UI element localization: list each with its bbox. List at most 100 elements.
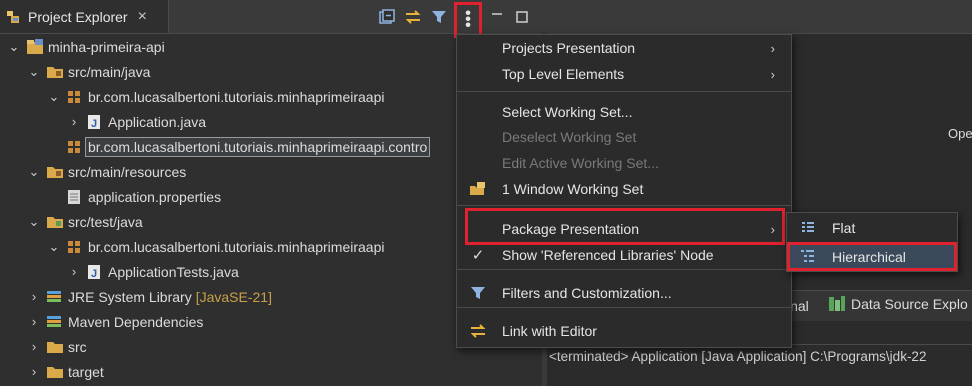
java-file-icon: J [86, 264, 102, 280]
test-folder-icon [46, 214, 63, 230]
tree-label-box: br.com.lucasalbertoni.tutoriais.minhapri… [85, 136, 431, 157]
menu-item-label: 1 Window Working Set [502, 181, 644, 197]
chevron-down-icon[interactable]: ⌄ [28, 214, 40, 230]
filter-icon [469, 284, 487, 302]
tree-label-box: minha-primeira-api [48, 39, 165, 55]
chevron-right-icon[interactable]: › [28, 289, 40, 304]
tree-label-box: br.com.lucasalbertoni.tutoriais.minhapri… [88, 89, 384, 105]
submenu-item-hierarchical[interactable]: Hierarchical [786, 244, 956, 270]
menu-item-label: Link with Editor [502, 323, 597, 339]
tree-item-label: src/test/java [68, 213, 143, 230]
explorer-tab-bar: Project Explorer × • • • [0, 0, 542, 38]
menu-item-show-referenced-libraries-node[interactable]: ✓ Show 'Referenced Libraries' Node [457, 242, 791, 268]
tree-item-label: Application.java [108, 113, 207, 130]
package-icon [66, 89, 82, 105]
chevron-down-icon[interactable]: ⌄ [48, 239, 60, 255]
chevron-right-icon[interactable]: › [28, 364, 40, 379]
menu-item-label: Top Level Elements [502, 66, 625, 82]
tree-item-label: br.com.lucasalbertoni.tutoriais.minhapri… [88, 238, 385, 255]
tree-item-label: br.com.lucasalbertoni.tutoriais.minhapri… [88, 88, 385, 105]
submenu-item-label: Hierarchical [832, 249, 906, 265]
tab-label: Data Source Explo [851, 296, 968, 312]
collapse-all-icon[interactable] [378, 8, 396, 26]
java-file-icon: J [86, 114, 102, 130]
folder-icon [46, 339, 63, 355]
tree-label-box: src [68, 339, 87, 355]
menu-separator [457, 269, 791, 270]
tree-item-label: src/main/resources [68, 163, 187, 180]
tab-data-source-explorer[interactable]: Data Source Explo [828, 295, 968, 313]
chevron-right-icon[interactable]: › [28, 339, 40, 354]
chevron-down-icon[interactable]: ⌄ [48, 89, 60, 105]
tree-row[interactable]: › target [0, 359, 542, 384]
tree-label-box: application.properties [88, 189, 221, 205]
menu-item-label: Edit Active Working Set... [502, 155, 659, 171]
partial-text: Ope [948, 126, 972, 141]
menu-separator [457, 307, 791, 308]
menu-item-deselect-working-set: Deselect Working Set [457, 124, 791, 150]
maximize-icon[interactable] [513, 8, 531, 26]
package-presentation-highlight [465, 208, 785, 245]
project-explorer-icon [7, 10, 19, 23]
tree-label-box: JRE System Library [68, 289, 192, 305]
menu-item-1-window-working-set[interactable]: 1 Window Working Set [457, 176, 791, 202]
chevron-right-icon: › [770, 66, 775, 82]
chevron-right-icon[interactable]: › [28, 314, 40, 329]
tree-item-label: br.com.lucasalbertoni.tutoriais.minhapri… [88, 138, 428, 155]
project-icon [26, 38, 43, 55]
view-menu-popup: Projects Presentation › Top Level Elements… [456, 34, 792, 348]
editor-tab-bar [547, 0, 972, 34]
chevron-down-icon[interactable]: ⌄ [8, 39, 20, 55]
menu-item-select-working-set[interactable]: Select Working Set... [457, 99, 791, 125]
more-vertical-icon: • • • [465, 5, 471, 34]
menu-item-label: Projects Presentation [502, 40, 636, 56]
menu-item-link-with-editor[interactable]: Link with Editor [457, 318, 791, 344]
tree-item-label: target [68, 363, 104, 380]
library-icon [46, 289, 62, 305]
library-version-label: [JavaSE-21] [195, 288, 272, 305]
submenu-item-label: Flat [832, 220, 856, 236]
menu-item-projects-presentation[interactable]: Projects Presentation › [457, 35, 791, 61]
tree-item-label: src/main/java [68, 63, 151, 80]
tree-item-label: ApplicationTests.java [108, 263, 239, 280]
menu-item-filters-and-customization[interactable]: Filters and Customization... [457, 280, 791, 306]
tab-project-explorer[interactable]: Project Explorer × [0, 0, 169, 33]
chevron-down-icon[interactable]: ⌄ [28, 164, 40, 180]
menu-separator [457, 205, 791, 206]
tree-item-label: src [68, 338, 87, 355]
library-icon [46, 314, 62, 330]
menu-item-top-level-elements[interactable]: Top Level Elements › [457, 61, 791, 87]
console-status-text: <terminated> Application [Java Applicati… [549, 349, 927, 364]
close-icon[interactable]: × [138, 8, 147, 25]
link-with-editor-icon [469, 322, 487, 340]
chevron-down-icon[interactable]: ⌄ [28, 64, 40, 80]
tree-item-label: application.properties [88, 188, 222, 205]
tree-label-box: Application.java [108, 114, 206, 130]
svg-text:J: J [91, 268, 97, 280]
folder-icon [46, 364, 63, 380]
minimize-icon[interactable] [488, 8, 506, 26]
source-folder-icon [46, 64, 63, 80]
chevron-right-icon[interactable]: › [68, 264, 80, 279]
checkmark-icon: ✓ [471, 247, 485, 264]
chevron-right-icon: › [770, 40, 775, 56]
working-set-icon [469, 180, 487, 198]
tree-item-label: JRE System Library [68, 288, 192, 305]
menu-item-label: Filters and Customization... [502, 285, 672, 301]
link-with-editor-icon[interactable] [404, 8, 422, 26]
database-icon [829, 296, 845, 311]
view-menu-button[interactable]: • • • [454, 2, 482, 38]
tree-label-box: target [68, 364, 104, 380]
menu-item-label: Deselect Working Set [502, 129, 637, 145]
menu-separator [457, 91, 791, 92]
tree-item-label: minha-primeira-api [48, 38, 165, 55]
package-icon [66, 139, 82, 155]
tree-label-box: src/test/java [68, 214, 143, 230]
filter-icon[interactable] [430, 8, 448, 26]
submenu-item-flat[interactable]: Flat [786, 215, 956, 241]
flat-layout-icon [800, 219, 816, 238]
svg-text:J: J [91, 118, 97, 130]
hierarchical-layout-icon [800, 248, 816, 267]
tree-label-box: Maven Dependencies [68, 314, 203, 330]
chevron-right-icon[interactable]: › [68, 114, 80, 129]
